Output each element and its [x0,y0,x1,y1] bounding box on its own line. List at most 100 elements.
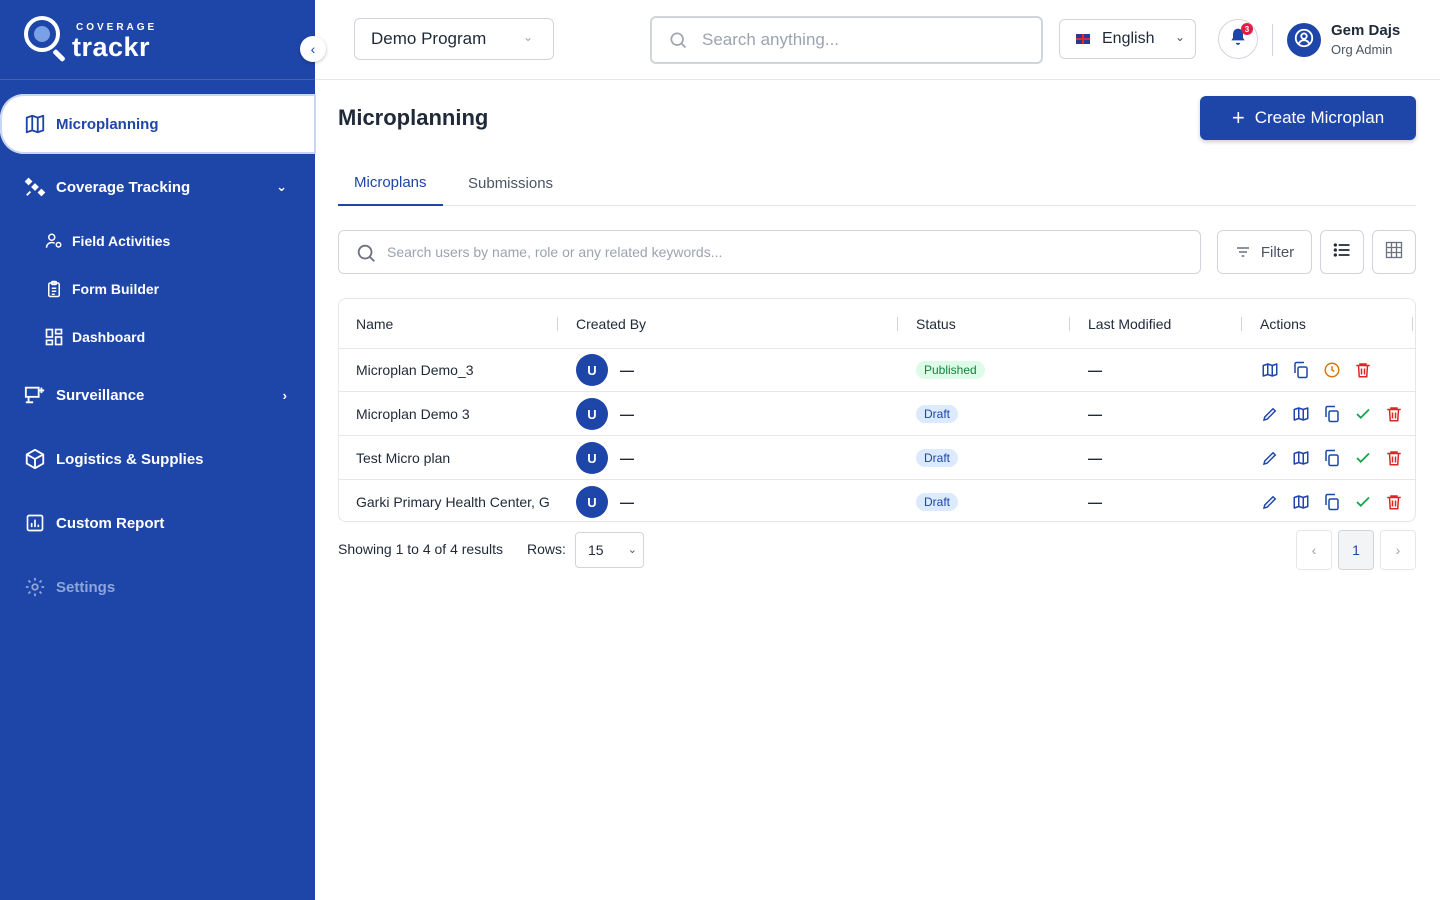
sidebar-item-field-activities[interactable]: Field Activities [44,226,170,256]
page-1-button[interactable]: 1 [1338,530,1374,570]
rows-per-page-select[interactable]: 15 ⌄ [575,532,644,568]
sidebar-divider [0,79,315,80]
map-icon [24,113,46,135]
logo-magnifier-icon [24,16,60,52]
trash-icon[interactable] [1384,492,1404,512]
edit-icon[interactable] [1260,492,1280,512]
created-by-value: — [620,494,634,510]
view-map-icon[interactable] [1291,492,1311,512]
language-select[interactable]: English ⌄ [1059,19,1196,59]
chevron-right-icon: › [282,387,287,403]
sidebar-item-custom-report[interactable]: Custom Report [0,501,315,545]
sidebar-collapse-button[interactable]: ‹ [300,36,326,62]
chevron-left-icon: ‹ [1311,542,1317,558]
created-by-value: — [620,406,634,422]
cell-created-by: U — [576,480,876,521]
tab-submissions[interactable]: Submissions [452,160,569,206]
trash-icon[interactable] [1384,404,1404,424]
user-avatar[interactable] [1287,23,1321,57]
check-icon[interactable] [1353,448,1373,468]
view-map-icon[interactable] [1291,404,1311,424]
edit-icon[interactable] [1260,404,1280,424]
tab-microplans[interactable]: Microplans [338,160,443,206]
sidebar-item-form-builder[interactable]: Form Builder [44,274,159,304]
cell-name: Microplan Demo_3 [356,362,474,378]
column-header-status[interactable]: Status [916,299,956,349]
prev-page-button[interactable]: ‹ [1296,530,1332,570]
satellite-icon [24,176,46,198]
program-select[interactable]: Demo Program ⌄ [354,18,554,60]
cell-name: Test Micro plan [356,450,451,466]
clipboard-icon [44,279,64,299]
next-page-button[interactable]: › [1380,530,1416,570]
view-map-icon[interactable] [1260,360,1280,380]
view-map-icon[interactable] [1291,448,1311,468]
sidebar-item-logistics[interactable]: Logistics & Supplies [0,437,315,481]
sidebar-item-label: Logistics & Supplies [56,450,204,468]
filter-label: Filter [1260,243,1295,261]
grid-view-button[interactable] [1372,230,1416,274]
sidebar-item-label: Form Builder [72,281,160,297]
chevron-down-icon: ⌄ [276,179,287,194]
table-row[interactable]: Garki Primary Health Center, G U — Draft… [339,480,1415,521]
created-by-value: — [620,450,634,466]
page-title: Microplanning [338,105,489,130]
column-separator [897,317,898,331]
notifications-button[interactable]: 3 [1218,19,1258,59]
status-badge: Draft [916,405,959,423]
user-circle-icon [1293,27,1315,54]
sidebar-item-coverage-tracking[interactable]: Coverage Tracking ⌄ [0,165,315,209]
user-name[interactable]: Gem Dajs [1331,22,1400,39]
table-row[interactable]: Microplan Demo 3 U — Draft — [339,392,1415,436]
cell-last-modified: — [1088,450,1102,466]
sidebar-item-microplanning[interactable]: Microplanning [0,94,316,154]
filter-icon [1235,244,1251,260]
sidebar-item-label: Settings [56,578,116,596]
column-header-created-by[interactable]: Created By [576,299,646,349]
logo-name-text: trackr [72,32,151,62]
cell-last-modified: — [1088,362,1102,378]
check-icon[interactable] [1353,492,1373,512]
topbar: Demo Program ⌄ Search anything... Englis… [315,0,1440,80]
clock-icon[interactable] [1322,360,1342,380]
copy-icon[interactable] [1322,404,1342,424]
filter-button[interactable]: Filter [1217,230,1312,274]
table-row[interactable]: Test Micro plan U — Draft — [339,436,1415,480]
sidebar-item-dashboard[interactable]: Dashboard [44,322,145,352]
global-search-placeholder: Search anything... [702,30,840,49]
cell-status: Published [916,348,1066,392]
program-select-value: Demo Program [371,29,487,48]
sidebar-item-label: Coverage Tracking [56,178,191,196]
status-badge: Draft [916,449,959,467]
column-header-name[interactable]: Name [356,299,393,349]
trash-icon[interactable] [1384,448,1404,468]
edit-icon[interactable] [1260,448,1280,468]
copy-icon[interactable] [1322,492,1342,512]
copy-icon[interactable] [1322,448,1342,468]
sidebar-item-label: Dashboard [72,329,146,345]
global-search-input[interactable]: Search anything... [650,16,1043,64]
box-icon [24,448,46,470]
check-icon[interactable] [1353,404,1373,424]
microplans-table: Name Created By Status Last Modified Act… [338,298,1416,522]
create-microplan-button[interactable]: + Create Microplan [1200,96,1416,140]
avatar: U [576,442,608,474]
avatar: U [576,486,608,518]
status-badge: Published [916,361,985,379]
create-microplan-label: Create Microplan [1254,108,1385,127]
brand-logo[interactable]: COVERAGE trackr [24,14,164,64]
sidebar-item-surveillance[interactable]: Surveillance › [0,373,315,417]
status-badge: Draft [916,493,959,511]
column-header-last-modified[interactable]: Last Modified [1088,299,1171,349]
trash-icon[interactable] [1353,360,1373,380]
cell-created-by: U — [576,392,876,436]
list-view-button[interactable] [1320,230,1364,274]
language-select-value: English [1102,30,1155,47]
cell-name: Microplan Demo 3 [356,406,470,422]
table-search-input[interactable]: Search users by name, role or any relate… [338,230,1201,274]
cell-status: Draft [916,480,1066,521]
table-row[interactable]: Microplan Demo_3 U — Published — [339,348,1415,392]
sidebar-item-settings[interactable]: Settings [0,565,315,609]
cell-status: Draft [916,392,1066,436]
copy-icon[interactable] [1291,360,1311,380]
